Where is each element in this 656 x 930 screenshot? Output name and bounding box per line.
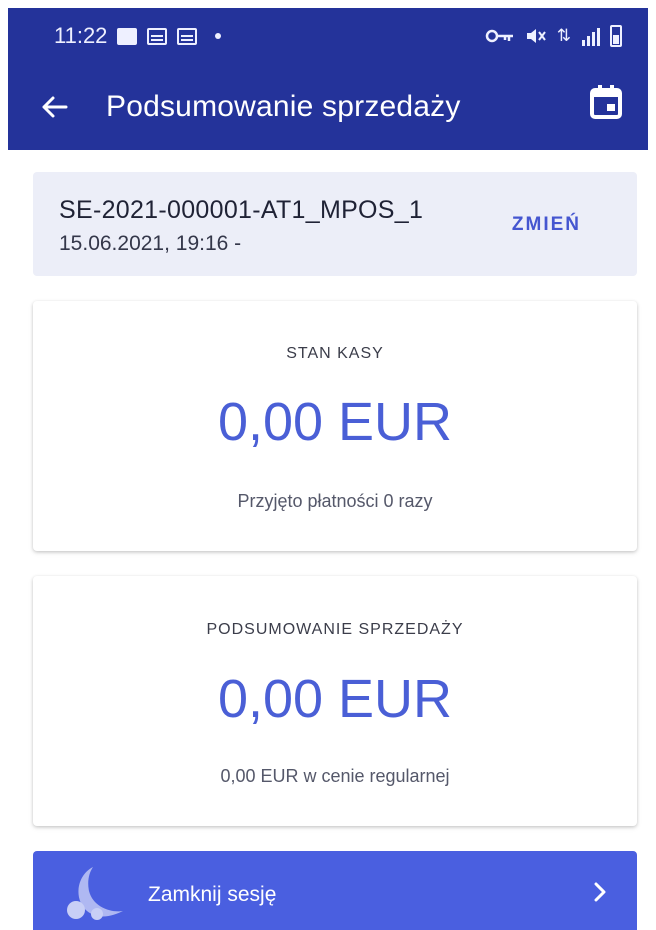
moon-icon bbox=[67, 867, 123, 920]
chevron-right-icon bbox=[594, 882, 606, 902]
calendar-icon bbox=[177, 27, 198, 45]
cash-state-label: STAN KASY bbox=[286, 345, 384, 362]
mute-icon bbox=[526, 29, 546, 43]
calendar-button[interactable] bbox=[578, 74, 634, 130]
calendar-icon bbox=[590, 85, 622, 119]
sales-summary-amount: 0,00 EUR bbox=[217, 669, 453, 729]
app-header: 11:22 ⇅ Podsumowanie sprzedaży bbox=[8, 8, 648, 150]
page-title: Podsumowanie sprzedaży bbox=[106, 90, 461, 123]
signal-icon bbox=[582, 26, 600, 46]
notification-dot-icon bbox=[215, 33, 222, 39]
status-bar: 11:22 ⇅ bbox=[8, 8, 648, 64]
status-bar-left: 11:22 bbox=[54, 23, 222, 49]
image-icon bbox=[117, 27, 138, 45]
app-bar: Podsumowanie sprzedaży bbox=[8, 64, 648, 150]
cash-state-card: STAN KASY 0,00 EUR Przyjęto płatności 0 … bbox=[33, 301, 637, 551]
change-session-button[interactable]: ZMIEŃ bbox=[512, 214, 581, 236]
calendar-icon bbox=[147, 27, 168, 45]
back-button[interactable] bbox=[26, 79, 82, 135]
close-session-button[interactable]: Zamknij sesję bbox=[33, 851, 637, 930]
sales-summary-card: PODSUMOWANIE SPRZEDAŻY 0,00 EUR 0,00 EUR… bbox=[33, 576, 637, 826]
cash-state-amount: 0,00 EUR bbox=[217, 392, 453, 452]
vpn-key-icon bbox=[485, 29, 513, 43]
session-card: SE-2021-000001-AT1_MPOS_1 15.06.2021, 19… bbox=[33, 172, 637, 276]
session-id: SE-2021-000001-AT1_MPOS_1 bbox=[59, 196, 424, 224]
session-date: 15.06.2021, 19:16 - bbox=[59, 232, 242, 255]
battery-icon bbox=[610, 25, 622, 47]
sales-summary-label: PODSUMOWANIE SPRZEDAŻY bbox=[206, 621, 464, 638]
data-icon: ⇅ bbox=[556, 26, 572, 45]
close-session-label: Zamknij sesję bbox=[148, 883, 277, 906]
cash-state-subtitle: Przyjęto płatności 0 razy bbox=[237, 491, 433, 511]
status-bar-right: ⇅ bbox=[485, 25, 622, 47]
status-time: 11:22 bbox=[54, 23, 108, 48]
sales-summary-subtitle: 0,00 EUR w cenie regularnej bbox=[220, 766, 450, 786]
arrow-left-icon bbox=[42, 96, 68, 118]
